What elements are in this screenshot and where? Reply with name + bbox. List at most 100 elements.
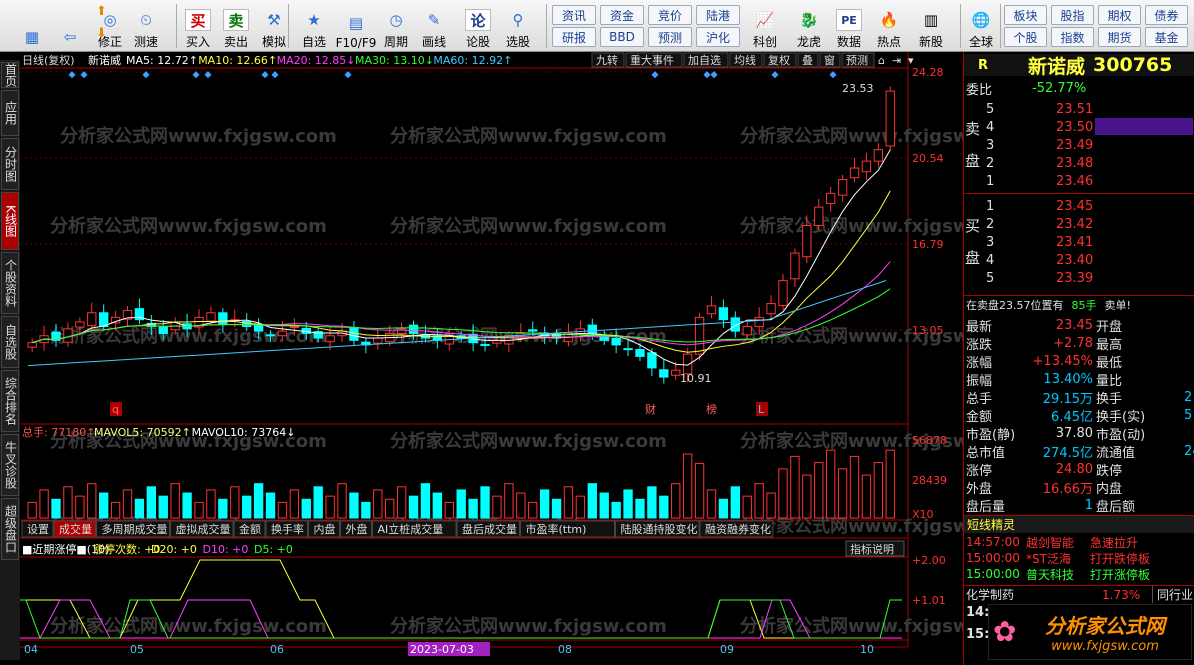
toolbar-button-1[interactable]: ⇦ (52, 2, 88, 50)
left-tab-2[interactable]: 分时图 (1, 138, 19, 190)
volume-bar (468, 498, 478, 519)
sell-row[interactable]: 3 23.49 (964, 136, 1194, 154)
buy-row[interactable]: 2 23.42 (964, 215, 1194, 233)
left-tab-1[interactable]: 应用 (1, 90, 19, 136)
toolbar-button-12[interactable]: ⚲ 选股 (500, 2, 536, 50)
watermark-text: 分析家公式网www.fxjgsw.com (390, 125, 667, 147)
quick-button[interactable]: 沪化 (696, 27, 740, 47)
watermark-text: 分析家公式网www.fxjgsw.com (740, 125, 983, 147)
volume-tab-label: 多周期成交量 (102, 522, 168, 536)
news-item[interactable]: 15:00:00 普天科技 打开涨停板 (964, 566, 1194, 582)
quick-button[interactable]: 资讯 (552, 5, 596, 25)
x-axis-label: 04 (24, 643, 38, 656)
quick-button[interactable]: 研报 (552, 27, 596, 47)
toolbar2-button-3[interactable]: 🔥 热点 (870, 2, 908, 50)
sell-side-label: 卖 (965, 120, 981, 138)
toolbar2-button-1[interactable]: 🐉 龙虎 (790, 2, 828, 50)
market-button[interactable]: 个股 (1004, 27, 1047, 47)
indicator-help-label: 指标说明 (850, 542, 894, 556)
candle (706, 305, 717, 315)
candle (528, 329, 538, 332)
toolbar-button-11[interactable]: 论论股 (460, 2, 496, 50)
sell-volume-bar (1095, 118, 1193, 135)
toolbar-button-6[interactable]: ⚒ 模拟 (256, 2, 292, 50)
candle (408, 324, 419, 334)
market-button[interactable]: 股指 (1051, 5, 1094, 25)
x-axis-label: 08 (558, 643, 572, 656)
buy-row[interactable]: 3 23.41 (964, 233, 1194, 251)
market-button[interactable]: 期货 (1098, 27, 1141, 47)
market-button[interactable]: 债券 (1145, 5, 1188, 25)
buy-row[interactable]: 5 23.39 (964, 269, 1194, 287)
quick-button[interactable]: BBD (600, 27, 644, 47)
pin-icon[interactable]: ⌂ (878, 54, 885, 67)
stock-name: 新诺威 (1028, 55, 1086, 78)
industry-row[interactable]: 化学制药 1.73% 同行业 (964, 585, 1194, 603)
left-tab-8[interactable]: 超级盘口 (1, 498, 19, 560)
down-arrow-icon[interactable]: ⬇ (96, 26, 107, 41)
indicator-axis-label: +2.00 (912, 554, 946, 567)
toolbar-button-3[interactable]: ⏲ 测速 (128, 2, 164, 50)
stat-row: 总市值 274.5亿流通值 24 (964, 442, 1194, 461)
kchart-stock-name: 新诺威 (88, 53, 121, 67)
volume-bar (51, 498, 61, 519)
toolbar2-button-2[interactable]: PE 数据 (830, 2, 868, 50)
sell-price: 23.50 (1056, 119, 1094, 135)
news-time: 15:00:00 (966, 567, 1020, 581)
news-stock: 越剑智能 (1026, 535, 1075, 550)
stat-label: 总手 (966, 391, 993, 407)
volume-bar (122, 489, 133, 519)
toolbar-button-10[interactable]: ✎ 画线 (416, 2, 452, 50)
toolbar-button-0[interactable]: ▦ (14, 2, 50, 50)
left-tab-7[interactable]: 牛叉诊股 (1, 434, 19, 496)
buy-row[interactable]: 1 23.45 (964, 197, 1194, 215)
left-tab-5[interactable]: 自选股 (1, 316, 19, 368)
volume-bar (742, 495, 752, 519)
buy-row[interactable]: 4 23.40 (964, 251, 1194, 269)
candle (611, 338, 621, 346)
volume-bar (218, 498, 228, 519)
stat-value: +2.78 (1053, 335, 1093, 351)
left-tab-4[interactable]: 个股资料 (1, 252, 19, 314)
watermark-text: 分析家公式网www.fxjgsw.com (50, 615, 327, 637)
sell-row[interactable]: 5 23.51 (964, 100, 1194, 118)
left-tab-0[interactable]: 首页 (1, 62, 19, 88)
candle (206, 312, 216, 322)
volume-bar (635, 498, 645, 519)
toolbar-button-9[interactable]: ◷ 周期 (378, 2, 414, 50)
kchart-button-label: 加自选 (688, 54, 721, 67)
quick-button[interactable]: 资金 (600, 5, 644, 25)
toolbar2-button-4[interactable]: ▥ 新股 (912, 2, 950, 50)
sell-price: 23.51 (1056, 101, 1094, 117)
stat-value: 29.15万 (1042, 391, 1093, 407)
toolbar2-button-5[interactable]: 🌐 全球 (962, 2, 1000, 50)
ma-legend: MA10: 12.66↑ (198, 54, 277, 67)
left-tab-3[interactable]: K线图 (1, 192, 19, 250)
market-button[interactable]: 期权 (1098, 5, 1141, 25)
quick-button[interactable]: 竞价 (648, 5, 692, 25)
toolbar2-button-0[interactable]: 📈 科创 (746, 2, 784, 50)
left-tab-6[interactable]: 综合排名 (1, 370, 19, 432)
market-button[interactable]: 基金 (1145, 27, 1188, 47)
stat-value-2: 24 (1184, 443, 1194, 459)
sell-price: 23.48 (1056, 155, 1094, 171)
stat-value-2: 2 (1184, 389, 1193, 405)
quick-button[interactable]: 陆港 (696, 5, 740, 25)
toolbar-button-5[interactable]: 卖卖出 (218, 2, 254, 50)
watermark-text: 分析家公式网www.fxjgsw.com (50, 215, 327, 237)
sell-row[interactable]: 2 23.48 (964, 154, 1194, 172)
market-button[interactable]: 板块 (1004, 5, 1047, 25)
toolbar-button-8[interactable]: ▤ F10/F9 (336, 2, 377, 50)
market-button[interactable]: 指数 (1051, 27, 1094, 47)
news-item[interactable]: 14:57:00 越剑智能 急速拉升 (964, 534, 1194, 550)
volume-tab-label: AI立桩成交量 (378, 522, 444, 536)
book-divider (964, 193, 1194, 194)
toolbar-button-4[interactable]: 买买入 (180, 2, 216, 50)
expand-icon[interactable]: ⇥ (892, 54, 901, 67)
news-item[interactable]: 15:00:00 *ST泛海 打开跌停板 (964, 550, 1194, 566)
up-arrow-icon[interactable]: ⬆ (96, 4, 107, 19)
toolbar-button-7[interactable]: ★ 自选 (296, 2, 332, 50)
sell-row[interactable]: 1 23.46 (964, 172, 1194, 190)
industry-button[interactable]: 同行业 (1152, 586, 1193, 603)
quick-button[interactable]: 预测 (648, 27, 692, 47)
